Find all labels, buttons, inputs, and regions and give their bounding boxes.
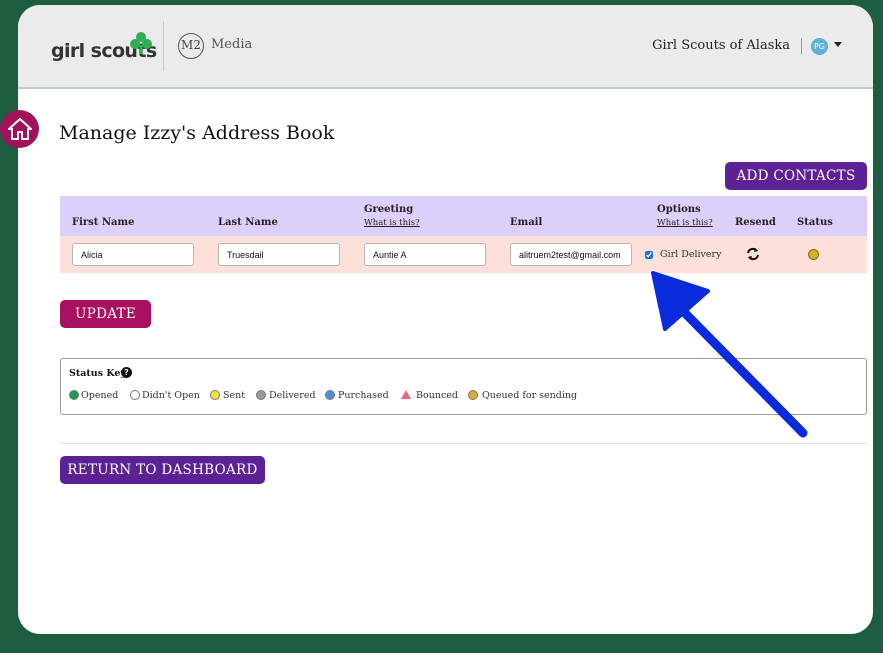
- trefoil-icon: [130, 32, 152, 54]
- column-email: Email: [510, 217, 543, 228]
- greeting-help-link[interactable]: What is this?: [364, 218, 420, 228]
- purchased-dot-icon: [325, 390, 335, 400]
- status-key-title: Status Key: [69, 368, 126, 379]
- home-icon: [7, 118, 32, 140]
- bounced-triangle-icon: [401, 390, 411, 399]
- column-resend: Resend: [735, 217, 776, 228]
- site-header: girl scouts M2 Media Girl Scouts of Alas…: [18, 5, 873, 89]
- return-to-dashboard-button[interactable]: RETURN TO DASHBOARD: [60, 456, 265, 484]
- refresh-icon[interactable]: [746, 247, 760, 261]
- partner-name: Media: [211, 37, 253, 52]
- annotation-arrow-icon: [651, 271, 808, 438]
- section-divider: [60, 443, 867, 444]
- opened-dot-icon: [69, 390, 79, 400]
- girl-delivery-checkbox[interactable]: [645, 251, 653, 259]
- council-name: Girl Scouts of Alaska: [652, 38, 790, 53]
- didnt-open-dot-icon: [130, 390, 140, 400]
- legend-delivered: Delivered: [269, 390, 316, 401]
- column-status: Status: [797, 217, 833, 228]
- update-button[interactable]: UPDATE: [60, 300, 151, 328]
- column-first-name: First Name: [72, 217, 135, 228]
- girl-delivery-label: Girl Delivery: [660, 249, 722, 260]
- last-name-input[interactable]: [218, 243, 340, 266]
- column-last-name: Last Name: [218, 217, 278, 228]
- legend-queued: Queued for sending: [482, 390, 578, 401]
- legend-sent: Sent: [223, 390, 246, 401]
- queued-dot-icon: [468, 390, 478, 400]
- status-dot-queued: [808, 249, 819, 260]
- column-options: Options: [657, 204, 701, 215]
- table-header: First Name Last Name Greeting What is th…: [60, 196, 867, 236]
- legend-didnt-open: Didn't Open: [142, 390, 200, 401]
- main-card: girl scouts M2 Media Girl Scouts of Alas…: [18, 5, 873, 634]
- first-name-input[interactable]: [72, 243, 194, 266]
- legend-bounced: Bounced: [416, 390, 458, 401]
- column-greeting: Greeting: [364, 204, 414, 215]
- options-help-link[interactable]: What is this?: [657, 218, 713, 228]
- user-avatar[interactable]: PG: [811, 38, 828, 55]
- sent-dot-icon: [210, 390, 220, 400]
- delivered-dot-icon: [256, 390, 266, 400]
- m2-media-logo: M2: [178, 33, 204, 59]
- greeting-input[interactable]: [364, 243, 486, 266]
- chevron-down-icon[interactable]: [834, 42, 842, 47]
- home-button[interactable]: [0, 110, 39, 148]
- header-divider: [163, 21, 164, 71]
- legend-purchased: Purchased: [338, 390, 389, 401]
- header-separator: [801, 38, 802, 54]
- add-contacts-button[interactable]: ADD CONTACTS: [725, 162, 867, 190]
- email-input[interactable]: [510, 243, 632, 266]
- question-circle-icon[interactable]: ?: [121, 367, 132, 378]
- legend-opened: Opened: [81, 390, 119, 401]
- page-title: Manage Izzy's Address Book: [59, 122, 335, 144]
